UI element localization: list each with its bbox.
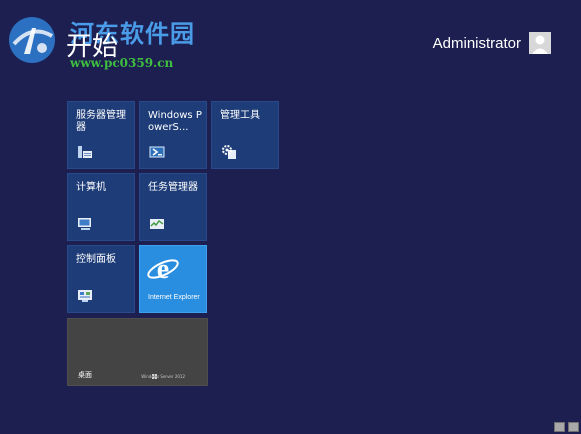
start-screen: { "watermark": { "title": "河东软件园", "url"… — [0, 0, 581, 434]
tile-control-panel[interactable]: 控制面板 — [67, 245, 135, 313]
tile-server-manager[interactable]: 服务器管理器 — [67, 101, 135, 169]
tile-admin-tools[interactable]: 管理工具 — [211, 101, 279, 169]
user-name[interactable]: Administrator — [433, 35, 521, 52]
user-account[interactable]: Administrator — [433, 31, 551, 55]
tile-computer[interactable]: 计算机 — [67, 173, 135, 241]
server-manager-icon — [78, 146, 92, 158]
tile-label: 桌面 — [78, 371, 92, 379]
tile-label: Internet Explorer — [148, 294, 200, 301]
scroll-right-button[interactable] — [568, 422, 579, 432]
computer-icon — [78, 218, 91, 230]
task-manager-icon — [150, 219, 164, 229]
ie-icon: e — [147, 254, 179, 285]
page-title: 开始 — [66, 32, 119, 62]
tile-desktop[interactable]: 桌面 Windows Server 2012 — [67, 318, 208, 386]
powershell-icon — [149, 146, 165, 158]
desktop-brand-text: Windows Server 2012 — [141, 374, 185, 379]
tile-powershell[interactable]: Windows PowerS... — [139, 101, 207, 169]
tile-label: Windows PowerS... — [148, 110, 202, 133]
tile-label: 任务管理器 — [148, 182, 198, 193]
admin-tools-icon — [222, 145, 236, 159]
control-panel-icon — [78, 290, 92, 302]
tile-label: 计算机 — [76, 182, 106, 193]
tile-label: 管理工具 — [220, 110, 260, 121]
tile-internet-explorer[interactable]: e Internet Explorer — [139, 245, 207, 313]
tile-label: 服务器管理器 — [76, 110, 126, 133]
semantic-zoom-button[interactable] — [554, 422, 565, 432]
user-avatar-icon[interactable] — [529, 32, 551, 54]
tile-label: 控制面板 — [76, 254, 116, 265]
svg-text:e: e — [157, 254, 169, 285]
tile-task-manager[interactable]: 任务管理器 — [139, 173, 207, 241]
watermark-logo-icon — [9, 17, 55, 63]
